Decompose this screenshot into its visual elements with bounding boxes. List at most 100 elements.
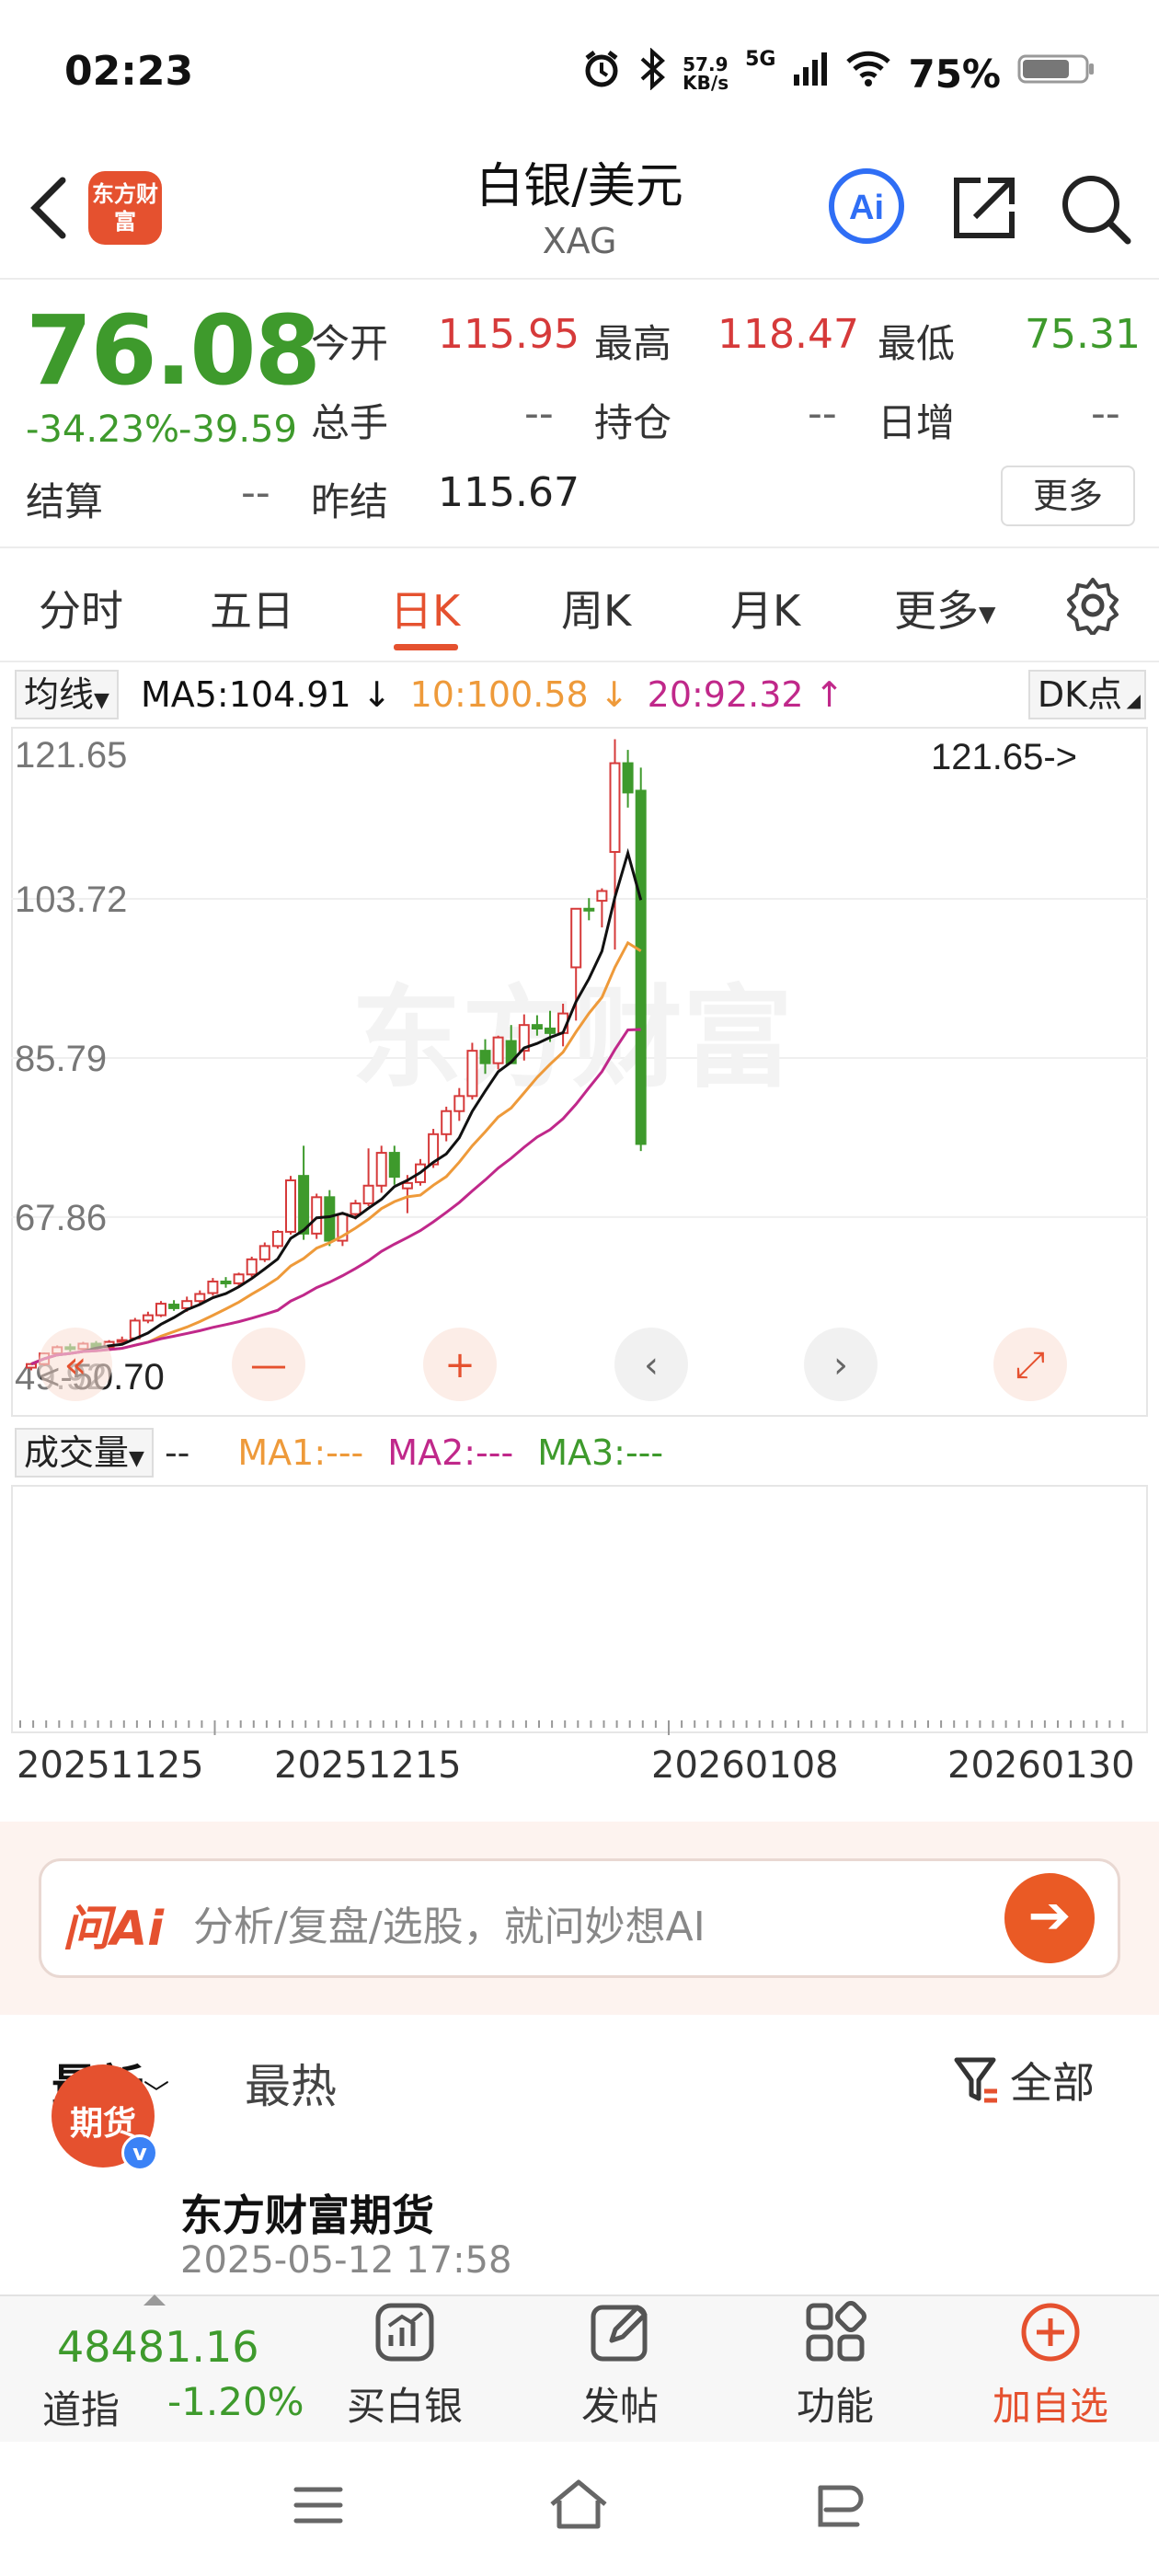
candle-body (271, 1230, 283, 1248)
back-nav-button[interactable] (808, 2480, 866, 2536)
add-watchlist-button[interactable]: 加自选 (968, 2300, 1133, 2432)
net-speed-value: 57.9 (683, 53, 729, 75)
alarm-icon (581, 49, 622, 98)
candlestick-chart[interactable]: 121.65103.7285.7967.8649.92东方财富121.65-><… (11, 727, 1148, 1417)
volume-select[interactable]: 成交量▼ (15, 1428, 154, 1478)
back-arrow-icon (818, 2485, 864, 2527)
candle-body (609, 762, 621, 854)
indicator-select-label: 均线 (24, 674, 95, 715)
max-price-annotation: 121.65-> (931, 737, 1077, 777)
quote-divider (0, 546, 1159, 548)
home-button[interactable] (546, 2477, 611, 2536)
volume-ma1: MA1:--- (237, 1432, 364, 1473)
add-watchlist-label: 加自选 (992, 2384, 1108, 2429)
candle-body (453, 1095, 465, 1112)
candle-body (479, 1050, 491, 1064)
ai-button[interactable]: Ai (826, 166, 907, 250)
signal-icon (792, 51, 829, 97)
functions-button[interactable]: 功能 (752, 2300, 918, 2432)
candle-body (350, 1202, 361, 1215)
candle-body (155, 1303, 166, 1317)
candle-body (622, 762, 634, 794)
y-tick-label: 67.86 (15, 1198, 107, 1238)
post-time: 2025-05-12 17:58 (180, 2239, 512, 2282)
buy-silver-button[interactable]: 买白银 (322, 2300, 488, 2432)
date-label-1: 20251125 (17, 1744, 204, 1787)
candle-body (324, 1196, 336, 1242)
daily-increase-label: 日增 (878, 400, 956, 445)
position-value: -- (808, 390, 837, 437)
candle-body (441, 1110, 453, 1135)
wifi-icon (845, 51, 891, 97)
caret-down-icon: ▼ (94, 689, 109, 712)
active-tab-indicator (394, 644, 458, 650)
volume-select-label: 成交量 (24, 1432, 130, 1473)
share-button[interactable] (947, 171, 1021, 248)
candle-body (635, 789, 647, 1145)
y-tick-label: 103.72 (15, 880, 127, 920)
recent-apps-button[interactable] (291, 2482, 346, 2532)
zoom-out-icon: — (250, 1344, 287, 1386)
candle-body (570, 907, 582, 969)
plus-circle-icon (1021, 2303, 1080, 2362)
volume-ma2: MA2:--- (387, 1432, 514, 1473)
index-change: -1.20% (167, 2379, 304, 2424)
chart-settings-button[interactable] (1063, 576, 1122, 638)
tab-more-label: 更多 (894, 586, 979, 636)
x-axis-ticks (19, 1720, 1124, 1735)
scroll-left-icon: « (64, 1344, 86, 1386)
index-value[interactable]: 48481.16 (57, 2322, 259, 2372)
feed-tab-hot[interactable]: 最热 (245, 2050, 337, 2116)
change-amount: -39.59 (178, 408, 297, 451)
caret-down-icon: ▼ (129, 1447, 144, 1470)
tab-daily-k[interactable]: 日K (390, 578, 460, 638)
dk-point-label: DK点 (1037, 674, 1122, 715)
ma20-text: 20:92.32 (647, 674, 804, 715)
prev-settle-label: 昨结 (311, 479, 389, 524)
feed-filter-button[interactable]: 全部 (953, 2050, 1095, 2110)
caret-down-icon: ▼ (979, 601, 996, 627)
y-tick-label: 121.65 (15, 735, 127, 776)
status-time: 02:23 (64, 48, 194, 95)
post-button[interactable]: 发帖 (537, 2300, 703, 2432)
candle-body (129, 1319, 141, 1340)
trade-chart-icon (375, 2303, 434, 2362)
candle-body (207, 1280, 219, 1294)
daily-increase-value: -- (1091, 390, 1120, 437)
candle-body (246, 1258, 258, 1276)
share-icon (954, 178, 1015, 238)
y-tick-label: 85.79 (15, 1039, 107, 1079)
candle-body (545, 1028, 556, 1034)
ma20-value: 20:92.32 ↑ (647, 674, 844, 715)
volume-chart[interactable] (11, 1485, 1148, 1733)
date-label-3: 20260108 (651, 1744, 839, 1787)
feed-filter-label: 全部 (1010, 2058, 1095, 2108)
ma10-value: 10:100.58 ↓ (409, 674, 629, 715)
dk-point-button[interactable]: DK点 ◢ (1027, 670, 1146, 719)
tab-five-day[interactable]: 五日 (210, 578, 294, 638)
volume-legend: 成交量▼ -- MA1:--- MA2:--- MA3:--- (15, 1428, 663, 1478)
candle-body (194, 1293, 206, 1303)
functions-label: 功能 (796, 2384, 874, 2429)
indicator-select[interactable]: 均线▼ (15, 670, 119, 719)
tab-weekly-k[interactable]: 周K (561, 578, 631, 638)
candle-body (401, 1181, 413, 1190)
ma5-text: MA5:104.91 (140, 674, 351, 715)
settle-label: 结算 (26, 479, 104, 524)
header-divider (0, 278, 1159, 280)
candle-body (26, 1363, 37, 1369)
tab-monthly-k[interactable]: 月K (730, 578, 800, 638)
tab-intraday[interactable]: 分时 (39, 578, 123, 638)
last-price: 76.08 (26, 294, 321, 407)
ask-ai-submit-button[interactable]: ➔ (1004, 1873, 1095, 1963)
prev-settle-value: 115.67 (438, 469, 580, 516)
ma10-text: 10:100.58 (409, 674, 589, 715)
volume-label: 总手 (311, 400, 389, 445)
post-avatar[interactable]: 期货 v (52, 2064, 158, 2171)
tab-more[interactable]: 更多▼ (894, 578, 995, 638)
candle-body (285, 1179, 296, 1233)
volume-ma3: MA3:--- (537, 1432, 664, 1473)
search-button[interactable] (1058, 171, 1133, 250)
more-quote-button[interactable]: 更多 (1001, 466, 1135, 526)
post-author[interactable]: 东方财富期货 (180, 2182, 434, 2243)
